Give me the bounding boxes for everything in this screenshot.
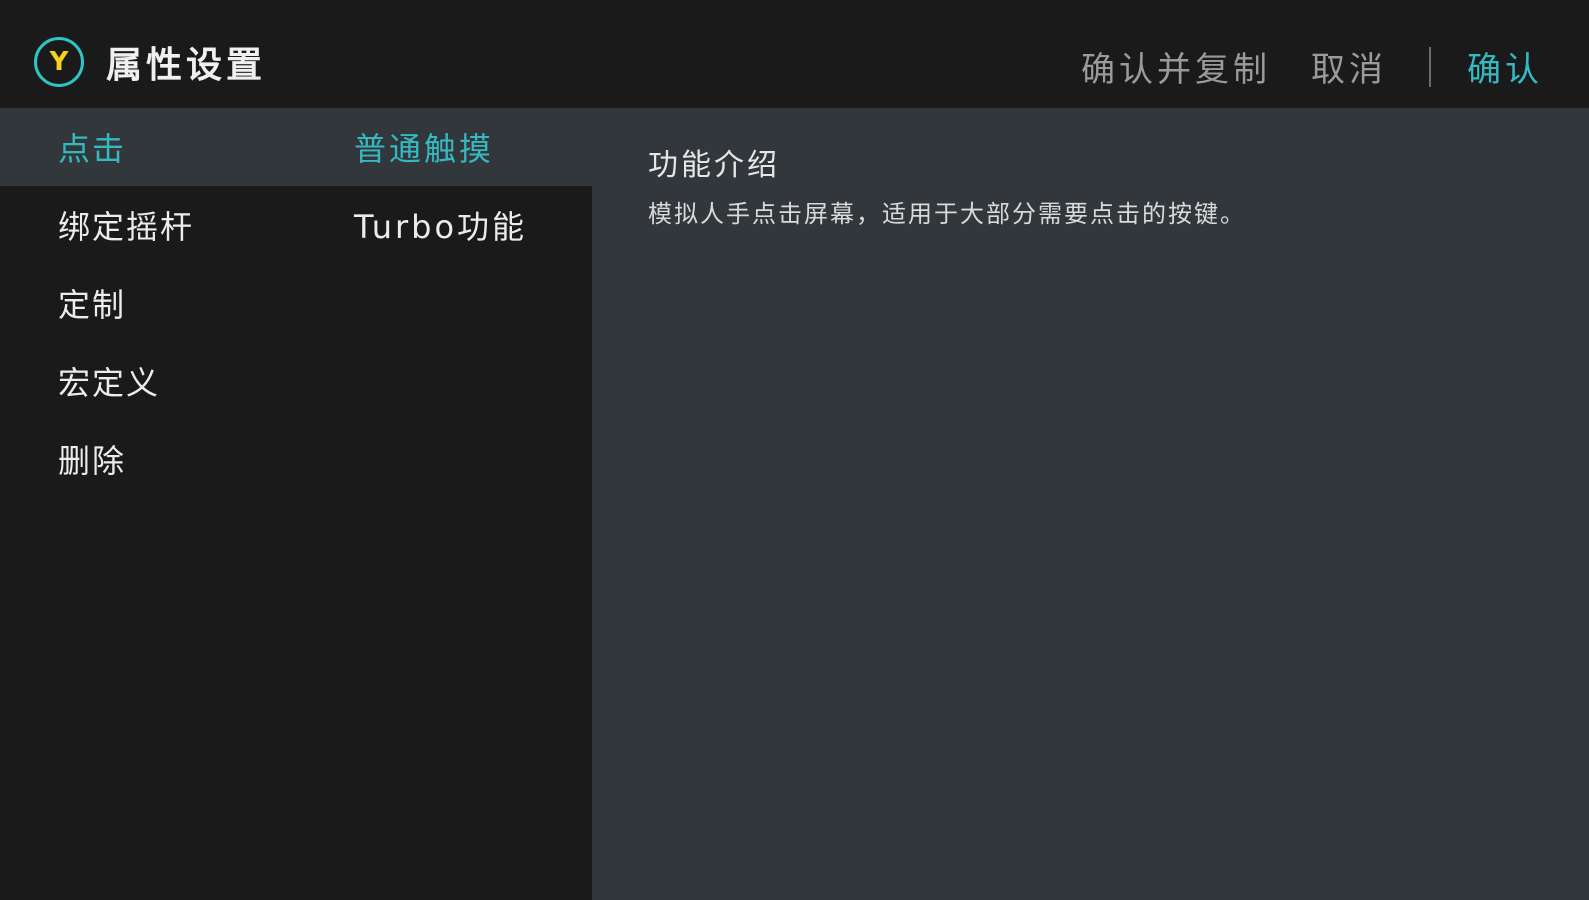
- category-item-custom[interactable]: 定制: [0, 264, 296, 342]
- divider: [1429, 46, 1431, 87]
- subtype-item-normal-touch[interactable]: 普通触摸: [296, 108, 592, 186]
- y-button-icon: Y: [34, 37, 84, 87]
- category-item-delete[interactable]: 删除: [0, 420, 296, 498]
- brand: Y 属性设置: [34, 36, 266, 88]
- detail-panel: 功能介绍 模拟人手点击屏幕，适用于大部分需要点击的按键。: [592, 108, 1589, 900]
- category-list: 点击 绑定摇杆 定制 宏定义 删除: [0, 108, 296, 900]
- category-item-macro[interactable]: 宏定义: [0, 342, 296, 420]
- attribute-settings-screen: Y 属性设置 确认并复制 取消 确认 点击 绑定摇杆 定制 宏定义 删除 普通触…: [0, 0, 1589, 900]
- header-bar: Y 属性设置 确认并复制 取消 确认: [0, 0, 1589, 108]
- subtype-list: 普通触摸 Turbo功能: [296, 108, 592, 900]
- confirm-and-copy-button[interactable]: 确认并复制: [1081, 42, 1271, 91]
- header-actions: 确认并复制 取消 确认: [1081, 42, 1543, 91]
- cancel-button[interactable]: 取消: [1311, 42, 1387, 91]
- detail-title: 功能介绍: [648, 148, 780, 183]
- category-item-click[interactable]: 点击: [0, 108, 296, 186]
- detail-description: 模拟人手点击屏幕，适用于大部分需要点击的按键。: [648, 200, 1246, 228]
- category-item-bind-joystick[interactable]: 绑定摇杆: [0, 186, 296, 264]
- subtype-item-turbo[interactable]: Turbo功能: [296, 186, 592, 264]
- page-title: 属性设置: [106, 45, 267, 86]
- confirm-button[interactable]: 确认: [1467, 42, 1543, 91]
